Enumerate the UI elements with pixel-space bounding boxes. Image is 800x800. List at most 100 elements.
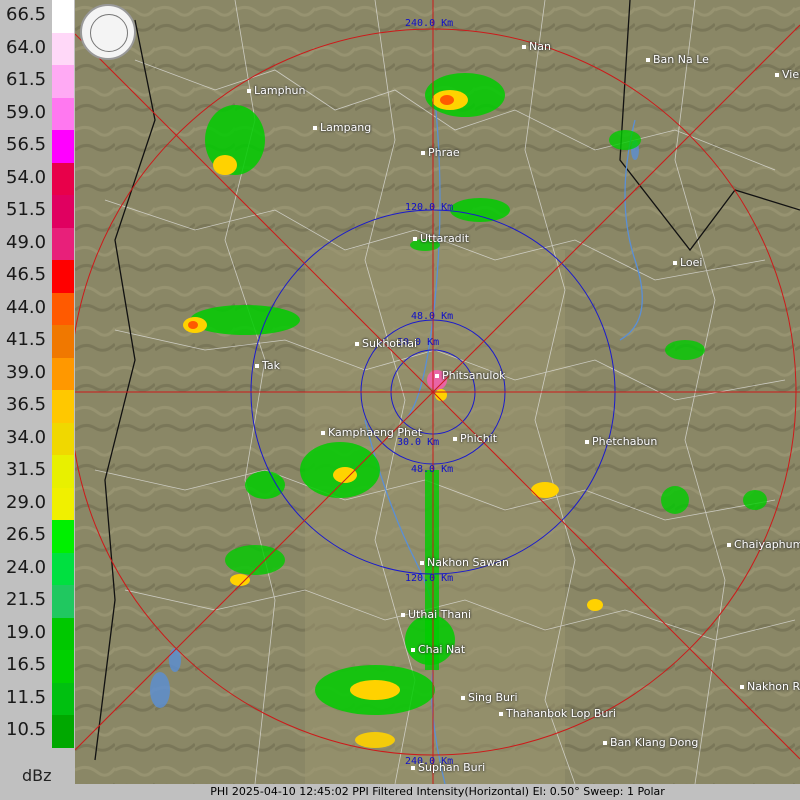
legend-value-label: 41.5	[6, 329, 47, 350]
city-marker-icon	[421, 151, 425, 155]
legend-level: 56.5	[0, 130, 75, 163]
legend-level: 39.0	[0, 357, 75, 390]
legend-value-label: 56.5	[6, 134, 47, 155]
place-chaiyaphum: Chaiyaphum	[727, 538, 800, 551]
legend-level: 24.0	[0, 552, 75, 585]
legend-value-label: 36.5	[6, 394, 47, 415]
legend-level: 34.0	[0, 422, 75, 455]
echo-cluster-north	[425, 73, 505, 117]
legend-value-label: 16.5	[6, 654, 47, 675]
legend-color-swatch	[52, 65, 74, 98]
legend-level: 61.5	[0, 65, 75, 98]
place-nakhon-ratchasima: Nakhon Ra	[740, 680, 800, 693]
radar-map[interactable]: 30.0 Km 30.0 Km 48.0 Km 48.0 Km 120.0 Km…	[75, 0, 800, 784]
city-marker-icon	[646, 58, 650, 62]
legend-color-swatch	[52, 390, 74, 423]
city-marker-icon	[411, 648, 415, 652]
legend-level: 26.5	[0, 520, 75, 553]
legend-color-swatch	[52, 422, 74, 455]
legend-level: 16.5	[0, 650, 75, 683]
city-marker-icon	[255, 364, 259, 368]
legend-value-label: 51.5	[6, 199, 47, 220]
legend-value-label: 44.0	[6, 296, 47, 318]
legend-value-label: 24.0	[6, 556, 47, 578]
legend-value-label: 29.0	[6, 491, 47, 513]
place-ban-klang-dong: Ban Klang Dong	[603, 736, 698, 749]
range-label-48km-north: 48.0 Km	[411, 311, 454, 322]
legend-color-swatch	[52, 0, 74, 33]
range-label-240km-north: 240.0 Km	[405, 18, 454, 29]
city-marker-icon	[411, 766, 415, 770]
place-uttaradit: Uttaradit	[413, 232, 469, 245]
legend-level: 29.0	[0, 487, 75, 520]
legend-color-swatch	[52, 32, 74, 65]
legend-unit-label: dBz	[22, 766, 52, 785]
city-marker-icon	[321, 431, 325, 435]
legend-color-swatch	[52, 130, 74, 163]
legend-color-swatch	[52, 715, 74, 748]
range-label-120km-north: 120.0 Km	[405, 202, 454, 213]
legend-value-label: 66.5	[6, 4, 47, 25]
legend-value-label: 31.5	[6, 459, 47, 480]
legend-level: 21.5	[0, 585, 75, 618]
city-marker-icon	[461, 696, 465, 700]
legend-color-swatch	[52, 97, 74, 130]
dbz-color-legend: 66.5 64.0 61.5 59.0 56.5 54.0 51.5 49.0 46.5 44.0…	[0, 0, 75, 800]
city-marker-icon	[585, 440, 589, 444]
place-vien: Vien	[775, 68, 800, 81]
place-phitsanulok: Phitsanulok	[435, 369, 506, 382]
place-nakhon-sawan: Nakhon Sawan	[420, 556, 509, 569]
legend-color-swatch	[52, 325, 74, 358]
legend-level: 54.0	[0, 162, 75, 195]
place-lampang: Lampang	[313, 121, 371, 134]
legend-value-label: 19.0	[6, 621, 47, 643]
legend-level: 64.0	[0, 32, 75, 65]
legend-value-label: 61.5	[6, 69, 47, 90]
city-marker-icon	[740, 685, 744, 689]
legend-value-label: 59.0	[6, 101, 47, 123]
legend-color-swatch	[52, 292, 74, 325]
city-marker-icon	[313, 126, 317, 130]
city-marker-icon	[247, 89, 251, 93]
legend-value-label: 10.5	[6, 719, 47, 740]
legend-level: 51.5	[0, 195, 75, 228]
legend-level: 19.0	[0, 617, 75, 650]
place-sukhothai: Sukhothai	[355, 337, 417, 350]
legend-color-swatch	[52, 162, 74, 195]
city-marker-icon	[775, 73, 779, 77]
city-marker-icon	[727, 543, 731, 547]
place-thahanbok: Thahanbok Lop Buri	[499, 707, 616, 720]
legend-value-label: 64.0	[6, 36, 47, 58]
legend-color-swatch	[52, 260, 74, 293]
legend-color-swatch	[52, 195, 74, 228]
legend-value-label: 21.5	[6, 589, 47, 610]
status-bar: PHI 2025-04-10 12:45:02 PPI Filtered Int…	[75, 784, 800, 800]
legend-value-label: 54.0	[6, 166, 47, 188]
place-lamphun: Lamphun	[247, 84, 305, 97]
place-suphan-buri: Suphan Buri	[411, 761, 485, 774]
legend-level: 11.5	[0, 682, 75, 715]
city-marker-icon	[673, 261, 677, 265]
legend-color-swatch	[52, 520, 74, 553]
city-marker-icon	[435, 374, 439, 378]
place-phrae: Phrae	[421, 146, 460, 159]
place-loei: Loei	[673, 256, 703, 269]
legend-level: 36.5	[0, 390, 75, 423]
place-phetchabun: Phetchabun	[585, 435, 657, 448]
city-marker-icon	[355, 342, 359, 346]
legend-value-label: 34.0	[6, 426, 47, 448]
legend-color-swatch	[52, 357, 74, 390]
legend-level: 46.5	[0, 260, 75, 293]
place-chai-nat: Chai Nat	[411, 643, 465, 656]
legend-level: 41.5	[0, 325, 75, 358]
city-marker-icon	[420, 561, 424, 565]
city-marker-icon	[401, 613, 405, 617]
legend-level: 31.5	[0, 455, 75, 488]
legend-color-swatch	[52, 455, 74, 488]
legend-value-label: 26.5	[6, 524, 47, 545]
legend-color-swatch	[52, 650, 74, 683]
legend-level: 66.5	[0, 0, 75, 33]
legend-color-swatch	[52, 552, 74, 585]
place-ban-na-le: Ban Na Le	[646, 53, 709, 66]
legend-level: 49.0	[0, 227, 75, 260]
